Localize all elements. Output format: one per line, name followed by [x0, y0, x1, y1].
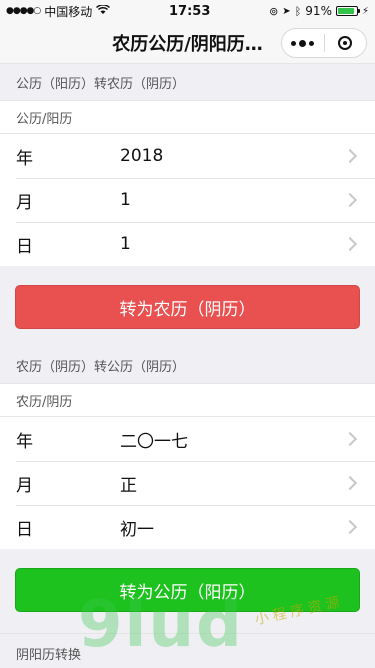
close-miniprogram-button[interactable] [325, 29, 367, 57]
status-left: ●●●●○ 中国移动 [6, 3, 111, 20]
row-label: 日 [16, 519, 33, 540]
signal-icon: ●●●●○ [6, 6, 41, 16]
status-right: ⊚ ➤ ᛒ 91% ⚡ [269, 4, 369, 18]
target-circle-icon [338, 36, 353, 50]
status-time: 17:53 [168, 3, 211, 19]
convert-to-lunar-button[interactable]: 转为农历（阴历） [15, 285, 360, 329]
more-button[interactable] [282, 29, 324, 57]
row-value: 二〇一七 [120, 431, 188, 452]
row-value: 1 [120, 234, 131, 254]
convert-to-solar-button[interactable]: 转为公历（阳历） [15, 568, 360, 612]
row-label: 月 [16, 192, 33, 213]
solar-group-title: 公历/阳历 [0, 100, 375, 134]
section2-header: 农历（阴历）转公历（阴历） [16, 359, 186, 375]
lock-rotation-icon: ⊚ [269, 4, 279, 18]
row-value: 2018 [120, 146, 164, 166]
battery-icon [335, 6, 360, 16]
lunar-date-group: 农历/阴历 年 二〇一七 月 正 日 初一 [0, 383, 375, 549]
navigation-bar: 农历公历/阴阳历… [0, 22, 375, 64]
row-label: 年 [16, 148, 33, 169]
miniprogram-capsule [281, 28, 367, 58]
chevron-right-icon [342, 192, 358, 208]
lunar-month-picker[interactable]: 月 正 [0, 461, 375, 505]
row-label: 日 [16, 236, 33, 257]
lunar-group-title: 农历/阴历 [0, 383, 375, 417]
button-wrapper: 转为公历（阳历） [0, 549, 375, 630]
wifi-icon [96, 4, 111, 18]
row-label: 月 [16, 475, 33, 496]
battery-fill [337, 8, 355, 14]
row-value: 1 [120, 190, 131, 210]
bluetooth-icon: ᛒ [294, 4, 302, 18]
charging-icon: ⚡ [361, 5, 369, 17]
more-dots-icon [291, 39, 315, 47]
row-value: 初一 [120, 519, 154, 540]
solar-year-picker[interactable]: 年 2018 [0, 134, 375, 178]
page-title: 农历公历/阴阳历… [112, 33, 263, 55]
lunar-year-picker[interactable]: 年 二〇一七 [0, 417, 375, 461]
chevron-right-icon [342, 431, 358, 447]
solar-month-picker[interactable]: 月 1 [0, 178, 375, 222]
section1-header: 公历（阳历）转农历（阴历） [16, 76, 186, 92]
battery-percent: 91% [305, 4, 332, 18]
next-section-peek: 阴阳历转换 [0, 633, 375, 667]
status-bar: ●●●●○ 中国移动 17:53 ⊚ ➤ ᛒ 91% ⚡ [0, 0, 375, 22]
row-value: 正 [120, 475, 137, 496]
chevron-right-icon [342, 475, 358, 491]
carrier-label: 中国移动 [44, 4, 93, 19]
chevron-right-icon [342, 148, 358, 164]
location-icon: ➤ [282, 5, 291, 17]
button-wrapper: 转为农历（阴历） [0, 266, 375, 347]
solar-date-group: 公历/阳历 年 2018 月 1 日 1 [0, 100, 375, 266]
row-label: 年 [16, 431, 33, 452]
lunar-day-picker[interactable]: 日 初一 [0, 505, 375, 549]
solar-day-picker[interactable]: 日 1 [0, 222, 375, 266]
chevron-right-icon [342, 519, 358, 535]
chevron-right-icon [342, 236, 358, 252]
